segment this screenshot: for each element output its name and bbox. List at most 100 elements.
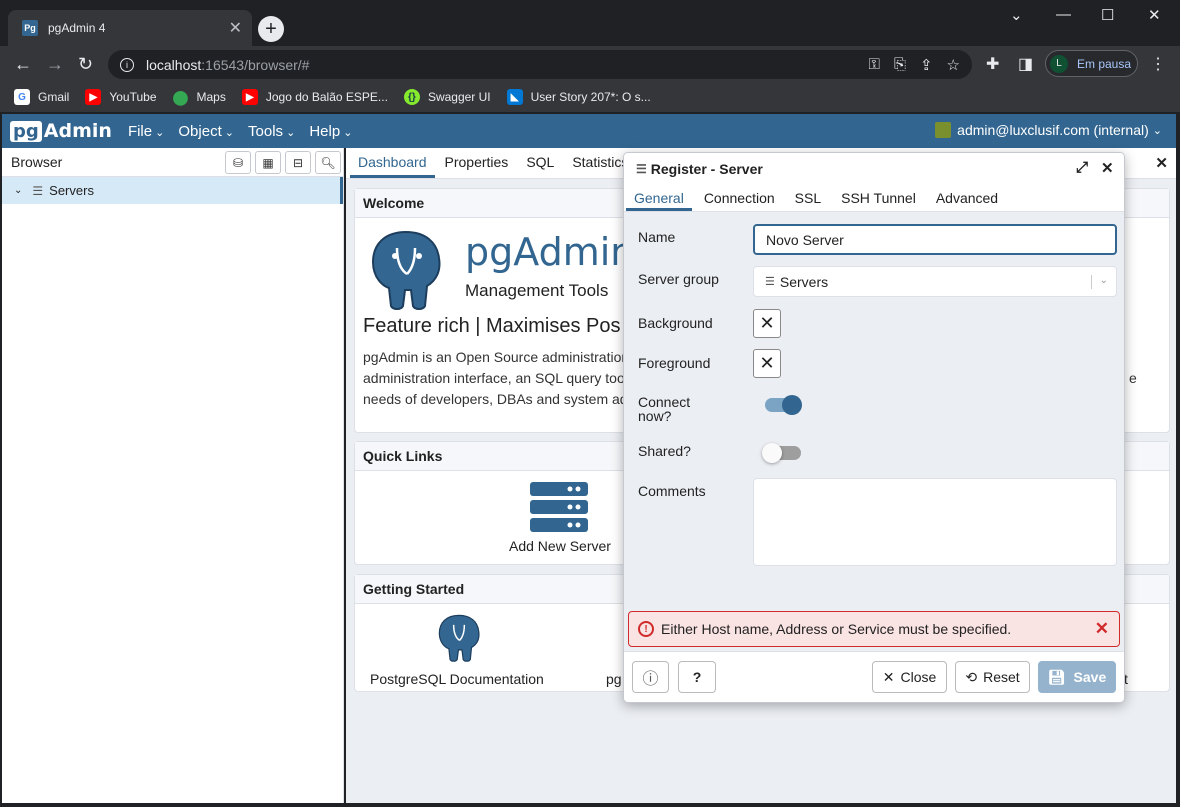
bookmark-youtube[interactable]: ▶ YouTube (85, 89, 157, 105)
dialog-tabs: General Connection SSL SSH Tunnel Advanc… (624, 185, 1124, 212)
address-bar[interactable]: i localhost:16543/browser/# ⚿ ⎘ ⇪ ☆ (108, 50, 972, 79)
general-form: Name Novo Server Server group ☰ Servers … (624, 213, 1124, 613)
url-host: localhost (146, 56, 202, 73)
maximize-dialog-icon[interactable]: ⤢ (1076, 159, 1088, 176)
bookmark-label: Jogo do Balão ESPE... (265, 90, 388, 104)
browser-panel: Browser ⛁ ▦ ⊟ 🔍︎ ⌄ ☰ Servers (2, 148, 344, 803)
save-button-label: Save (1073, 669, 1107, 685)
tab-close-icon[interactable]: ✕ (229, 18, 242, 38)
browser-tab[interactable]: Pg pgAdmin 4 ✕ (8, 10, 252, 46)
name-label: Name (638, 229, 676, 245)
menu-object[interactable]: Object (178, 123, 234, 140)
info-icon[interactable]: ⓘ (632, 661, 669, 693)
add-new-server-label: Add New Server (509, 538, 611, 554)
minimize-button[interactable]: — (1056, 6, 1071, 23)
error-icon: ! (638, 621, 654, 637)
pgadmin-logo[interactable]: pg Admin (10, 120, 112, 142)
tab-connection[interactable]: Connection (696, 190, 783, 211)
server-group-select[interactable]: ☰ Servers ⌄ (753, 266, 1117, 297)
close-icon: ✕ (882, 668, 895, 685)
translate-icon[interactable]: ⎘ (894, 56, 906, 74)
comments-textarea[interactable] (753, 478, 1117, 566)
tab-dashboard[interactable]: Dashboard (350, 154, 435, 178)
management-tools: Management Tools (465, 281, 609, 300)
toggle-knob (782, 395, 802, 415)
close-button-label: Close (900, 669, 937, 685)
google-icon: G (14, 89, 30, 105)
user-avatar-icon (935, 122, 952, 138)
user-menu[interactable]: admin@luxclusif.com (internal) ⌄ (935, 122, 1162, 138)
save-button[interactable]: 💾︎ Save (1038, 661, 1116, 693)
name-input[interactable]: Novo Server (753, 224, 1117, 255)
query-tool-icon[interactable]: ⛁ (225, 151, 251, 174)
filtered-rows-icon[interactable]: ⊟ (285, 151, 311, 174)
maps-icon: ⬤ (172, 88, 189, 105)
toggle-knob (762, 443, 782, 463)
new-tab-button[interactable]: + (258, 16, 284, 42)
tab-ssh-tunnel[interactable]: SSH Tunnel (833, 190, 924, 211)
reset-button-label: Reset (983, 669, 1020, 685)
foreground-color-picker[interactable]: ✕ (753, 349, 781, 378)
server-group-icon: ☰ (32, 183, 44, 198)
menu-file[interactable]: File (128, 123, 164, 140)
close-dialog-icon[interactable]: ✕ (1101, 159, 1114, 177)
back-icon[interactable]: ← (14, 54, 32, 75)
bookmark-label: User Story 207*: O s... (530, 90, 651, 104)
server-icon: ☰ (636, 162, 647, 176)
background-label: Background (638, 315, 713, 331)
bookmark-gmail[interactable]: G Gmail (14, 89, 69, 105)
tree-item-servers[interactable]: ⌄ ☰ Servers (2, 177, 343, 204)
app-header: pgAdmin File Object Tools Help admin@lux… (2, 114, 1176, 148)
connect-now-toggle[interactable] (765, 395, 802, 415)
shared-toggle[interactable] (762, 443, 801, 463)
extensions-icon[interactable]: ✚ (986, 54, 999, 74)
tab-search-icon[interactable]: ⌄ (1010, 6, 1023, 24)
chevron-down-icon[interactable]: ⌄ (1090, 275, 1108, 289)
tab-properties[interactable]: Properties (437, 154, 517, 178)
key-icon[interactable]: ⚿ (869, 56, 880, 74)
tab-general[interactable]: General (626, 190, 692, 211)
logo-admin: Admin (43, 120, 112, 142)
bookmark-maps[interactable]: ⬤ Maps (173, 89, 226, 105)
bookmark-label: Gmail (38, 90, 70, 104)
foreground-label: Foreground (638, 355, 711, 371)
view-data-icon[interactable]: ▦ (255, 151, 281, 174)
help-icon[interactable]: ? (678, 661, 716, 693)
share-icon[interactable]: ⇪ (920, 56, 933, 74)
pgadmin-website-label-partial[interactable]: pg (606, 671, 622, 687)
tab-sql[interactable]: SQL (518, 154, 562, 178)
save-icon: 💾︎ (1047, 668, 1066, 685)
site-info-icon[interactable]: i (120, 57, 134, 72)
bookmark-label: Swagger UI (427, 90, 491, 104)
maximize-button[interactable]: ☐ (1101, 6, 1114, 24)
url-path: :16543/browser/# (201, 56, 310, 73)
bookmark-swagger[interactable]: {} Swagger UI (403, 89, 491, 105)
background-color-picker[interactable]: ✕ (753, 309, 781, 338)
close-button[interactable]: ✕ Close (872, 661, 947, 693)
close-tab-icon[interactable]: ✕ (1155, 154, 1168, 172)
dismiss-error-icon[interactable]: ✕ (1095, 619, 1109, 639)
forward-icon[interactable]: → (46, 54, 64, 75)
search-icon[interactable]: 🔍︎ (315, 151, 341, 174)
reset-button[interactable]: ⟲ Reset (955, 661, 1030, 693)
window-close-button[interactable]: ✕ (1148, 6, 1161, 24)
tree-item-label: Servers (49, 183, 94, 198)
comments-label: Comments (638, 483, 706, 499)
menu-help[interactable]: Help (309, 123, 352, 140)
pgadmin-brand: pgAdmin (465, 230, 635, 274)
chevron-down-icon[interactable]: ⌄ (14, 185, 22, 196)
profile-button[interactable]: L Em pausa (1045, 50, 1138, 77)
connect-label-line: now? (638, 408, 672, 424)
browser-panel-header: Browser ⛁ ▦ ⊟ 🔍︎ (2, 148, 343, 177)
dialog-titlebar[interactable]: ☰ Register - Server (624, 153, 1124, 185)
bookmark-star-icon[interactable]: ☆ (947, 56, 960, 74)
bookmark-jogo[interactable]: ▶ Jogo do Balão ESPE... (241, 89, 388, 105)
reload-icon[interactable]: ↻ (78, 54, 93, 75)
side-panel-icon[interactable]: ◨ (1018, 54, 1033, 74)
bookmark-user-story[interactable]: ◣ User Story 207*: O s... (506, 89, 651, 105)
tab-advanced[interactable]: Advanced (928, 190, 1006, 211)
menu-tools[interactable]: Tools (248, 123, 295, 140)
chrome-menu-icon[interactable]: ⋮ (1150, 54, 1166, 74)
logo-pg: pg (10, 120, 42, 142)
tab-ssl[interactable]: SSL (787, 190, 829, 211)
